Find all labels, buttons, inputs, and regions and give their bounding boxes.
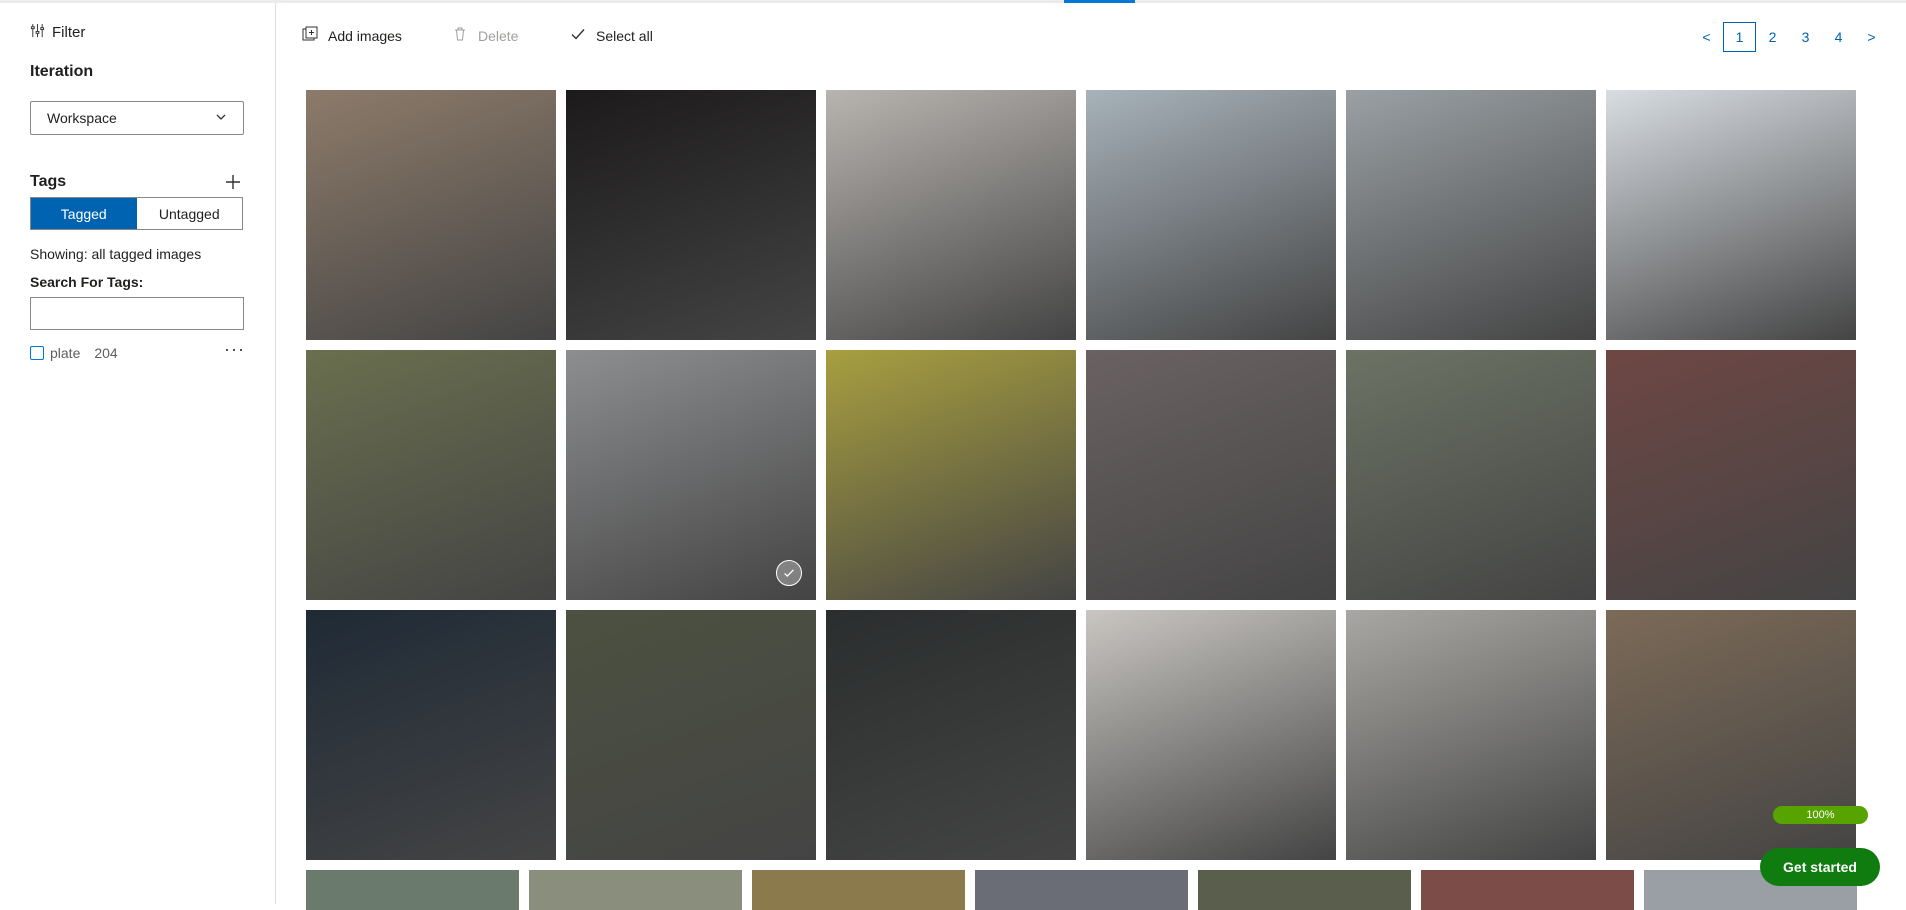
image-thumbnail[interactable]: [1086, 350, 1336, 600]
image-thumbnail[interactable]: [826, 350, 1076, 600]
image-thumbnail-partial[interactable]: [975, 870, 1188, 910]
search-tags-input[interactable]: [30, 297, 244, 330]
sidebar: Filter Iteration Workspace Tags Tagged U…: [0, 3, 276, 904]
image-thumbnail-partial[interactable]: [1421, 870, 1634, 910]
filter-label: Filter: [52, 24, 86, 41]
add-tag-button[interactable]: [224, 173, 242, 191]
pagination: < 1 2 3 4 >: [1690, 22, 1888, 52]
image-thumbnail[interactable]: [826, 610, 1076, 860]
image-thumbnail[interactable]: [306, 610, 556, 860]
filter-icon: [30, 23, 45, 42]
showing-text: Showing: all tagged images: [30, 246, 202, 262]
tag-count: 204: [94, 345, 118, 361]
image-thumbnail[interactable]: [566, 350, 816, 600]
pager-prev[interactable]: <: [1690, 22, 1723, 52]
tag-name: plate: [50, 345, 81, 361]
plus-icon: [224, 175, 242, 195]
image-thumbnail[interactable]: [566, 90, 816, 340]
tag-checkbox[interactable]: [30, 346, 44, 360]
tagged-tab[interactable]: Tagged: [31, 198, 137, 229]
image-thumbnail-partial[interactable]: [529, 870, 742, 910]
select-all-button[interactable]: Select all: [570, 26, 653, 45]
iteration-label: Iteration: [30, 63, 94, 80]
image-thumbnail[interactable]: [1346, 90, 1596, 340]
image-thumbnail[interactable]: [1606, 350, 1856, 600]
image-thumbnail[interactable]: [826, 90, 1076, 340]
search-tags-label: Search For Tags:: [30, 274, 144, 290]
chevron-down-icon: [215, 110, 227, 126]
checkmark-icon: [570, 26, 586, 45]
image-thumbnail-partial[interactable]: [1198, 870, 1411, 910]
iteration-value: Workspace: [47, 110, 117, 126]
tag-item-plate: plate 204 ···: [30, 339, 245, 363]
iteration-dropdown[interactable]: Workspace: [30, 101, 244, 135]
image-thumbnail[interactable]: [566, 610, 816, 860]
filter-button[interactable]: Filter: [30, 23, 85, 42]
untagged-tab[interactable]: Untagged: [137, 198, 243, 229]
top-nav-underline: [0, 0, 1906, 3]
add-images-button[interactable]: Add images: [302, 26, 402, 45]
pager-next[interactable]: >: [1855, 22, 1888, 52]
pager-page-4[interactable]: 4: [1822, 22, 1855, 52]
tagged-toggle: Tagged Untagged: [30, 197, 243, 230]
image-thumbnail[interactable]: [1346, 350, 1596, 600]
select-all-label: Select all: [596, 27, 653, 44]
image-thumbnail[interactable]: [1086, 90, 1336, 340]
image-thumbnail[interactable]: [306, 350, 556, 600]
active-tab-indicator: [1064, 0, 1135, 3]
pager-page-1[interactable]: 1: [1723, 22, 1756, 52]
pager-page-3[interactable]: 3: [1789, 22, 1822, 52]
more-options-icon[interactable]: ···: [224, 339, 245, 360]
selected-check-icon: [776, 560, 802, 586]
progress-indicator: 100%: [1773, 806, 1868, 824]
image-thumbnail[interactable]: [1606, 90, 1856, 340]
image-thumbnail-partial[interactable]: [752, 870, 965, 910]
add-images-icon: [302, 26, 318, 45]
image-thumbnail[interactable]: [306, 90, 556, 340]
delete-label: Delete: [478, 27, 519, 44]
image-thumbnail[interactable]: [1086, 610, 1336, 860]
image-thumbnail[interactable]: [1346, 610, 1596, 860]
delete-button[interactable]: Delete: [452, 26, 518, 45]
trash-icon: [452, 26, 468, 45]
get-started-button[interactable]: Get started: [1760, 848, 1880, 886]
add-images-label: Add images: [328, 27, 402, 44]
tags-label: Tags: [30, 173, 67, 190]
image-thumbnail-partial[interactable]: [306, 870, 519, 910]
pager-page-2[interactable]: 2: [1756, 22, 1789, 52]
